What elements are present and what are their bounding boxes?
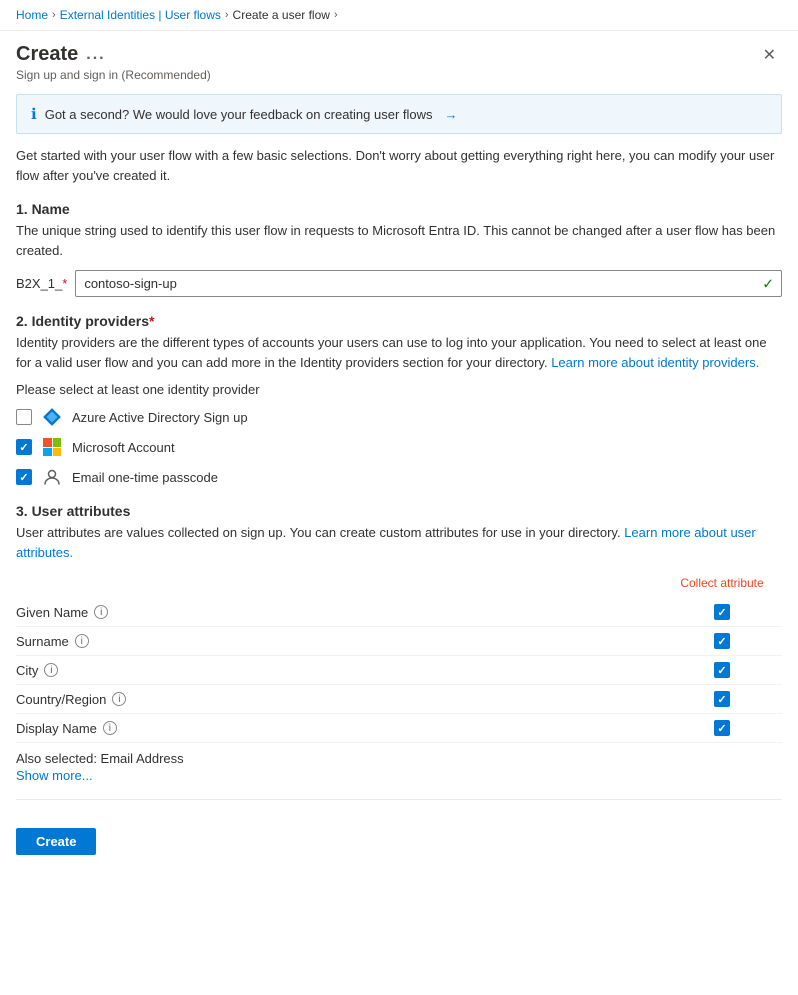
section2-title: 2. Identity providers* xyxy=(16,313,782,329)
section1-title: 1. Name xyxy=(16,201,782,217)
field-prefix: B2X_1_* xyxy=(16,276,67,291)
provider-azure-ad-checkbox[interactable] xyxy=(16,409,32,425)
attr-row-city: City i xyxy=(16,656,782,685)
attr-display-name-collect xyxy=(662,720,782,736)
attr-city-collect xyxy=(662,662,782,678)
given-name-checkbox[interactable] xyxy=(714,604,730,620)
info-banner: ℹ Got a second? We would love your feedb… xyxy=(16,94,782,134)
attr-row-given-name: Given Name i xyxy=(16,598,782,627)
provider-microsoft-label: Microsoft Account xyxy=(72,440,175,455)
attr-country-collect xyxy=(662,691,782,707)
panel-title-area: Create ... Sign up and sign in (Recommen… xyxy=(16,43,211,82)
section3-desc: User attributes are values collected on … xyxy=(16,523,782,562)
bottom-border xyxy=(16,799,782,800)
provider-email-otp: Email one-time passcode xyxy=(16,467,782,487)
intro-text: Get started with your user flow with a f… xyxy=(16,146,782,185)
attr-row-country: Country/Region i xyxy=(16,685,782,714)
breadcrumb-user-flows[interactable]: External Identities | User flows xyxy=(60,8,221,22)
breadcrumb-current: Create a user flow xyxy=(233,8,330,22)
country-checkbox[interactable] xyxy=(714,691,730,707)
breadcrumb-sep-3: › xyxy=(334,9,338,21)
breadcrumb-sep-1: › xyxy=(52,9,56,21)
breadcrumb-sep-2: › xyxy=(225,9,229,21)
section2-desc: Identity providers are the different typ… xyxy=(16,333,782,372)
provider-email-otp-checkbox[interactable] xyxy=(16,469,32,485)
provider-azure-ad: Azure Active Directory Sign up xyxy=(16,407,782,427)
attr-row-surname: Surname i xyxy=(16,627,782,656)
learn-more-providers[interactable]: Learn more about identity providers. xyxy=(551,355,759,370)
attr-col-name-header xyxy=(16,576,662,590)
create-button[interactable]: Create xyxy=(16,828,96,855)
attr-display-name-label: Display Name i xyxy=(16,721,662,736)
section-name: 1. Name The unique string used to identi… xyxy=(16,201,782,297)
display-name-checkbox[interactable] xyxy=(714,720,730,736)
attr-surname-label: Surname i xyxy=(16,634,662,649)
provider-email-otp-label: Email one-time passcode xyxy=(72,470,218,485)
breadcrumb-home[interactable]: Home xyxy=(16,8,48,22)
field-required: * xyxy=(62,276,67,291)
section2-required: * xyxy=(149,313,154,329)
check-icon: ✓ xyxy=(762,275,774,292)
provider-list: Azure Active Directory Sign up Microsoft… xyxy=(16,407,782,487)
surname-info-icon[interactable]: i xyxy=(75,634,89,648)
close-button[interactable]: ✕ xyxy=(757,43,782,67)
given-name-info-icon[interactable]: i xyxy=(94,605,108,619)
info-banner-arrow[interactable]: → xyxy=(445,107,458,122)
name-input-wrapper: ✓ xyxy=(75,270,782,297)
attr-table-header: Collect attribute xyxy=(16,572,782,594)
show-more-link[interactable]: Show more... xyxy=(16,768,782,783)
country-info-icon[interactable]: i xyxy=(112,692,126,706)
breadcrumb: Home › External Identities | User flows … xyxy=(0,0,798,31)
city-info-icon[interactable]: i xyxy=(44,663,58,677)
attr-country-label: Country/Region i xyxy=(16,692,662,707)
surname-checkbox[interactable] xyxy=(714,633,730,649)
attr-given-name-label: Given Name i xyxy=(16,605,662,620)
panel-title: Create ... xyxy=(16,43,211,66)
provider-warning: Please select at least one identity prov… xyxy=(16,382,782,397)
panel-more-button[interactable]: ... xyxy=(86,46,105,64)
attributes-table: Collect attribute Given Name i Surname i xyxy=(16,572,782,743)
section3-title: 3. User attributes xyxy=(16,503,782,519)
section-user-attributes: 3. User attributes User attributes are v… xyxy=(16,503,782,783)
attr-surname-collect xyxy=(662,633,782,649)
panel-header: Create ... Sign up and sign in (Recommen… xyxy=(0,31,798,86)
attr-city-label: City i xyxy=(16,663,662,678)
attr-given-name-collect xyxy=(662,604,782,620)
name-field-row: B2X_1_* ✓ xyxy=(16,270,782,297)
section-identity-providers: 2. Identity providers* Identity provider… xyxy=(16,313,782,487)
display-name-info-icon[interactable]: i xyxy=(103,721,117,735)
content-area: Get started with your user flow with a f… xyxy=(0,146,798,828)
provider-microsoft-account: Microsoft Account xyxy=(16,437,782,457)
panel-title-text: Create xyxy=(16,43,78,66)
info-banner-text: Got a second? We would love your feedbac… xyxy=(45,107,433,122)
section1-desc: The unique string used to identify this … xyxy=(16,221,782,260)
panel-subtitle: Sign up and sign in (Recommended) xyxy=(16,68,211,82)
azure-icon xyxy=(42,407,62,427)
info-icon: ℹ xyxy=(31,105,37,123)
attr-col-collect-header: Collect attribute xyxy=(662,576,782,590)
microsoft-icon xyxy=(42,437,62,457)
provider-microsoft-checkbox[interactable] xyxy=(16,439,32,455)
person-icon xyxy=(42,467,62,487)
provider-azure-ad-label: Azure Active Directory Sign up xyxy=(72,410,248,425)
city-checkbox[interactable] xyxy=(714,662,730,678)
also-selected: Also selected: Email Address xyxy=(16,751,782,766)
name-input[interactable] xyxy=(75,270,782,297)
attr-row-display-name: Display Name i xyxy=(16,714,782,743)
